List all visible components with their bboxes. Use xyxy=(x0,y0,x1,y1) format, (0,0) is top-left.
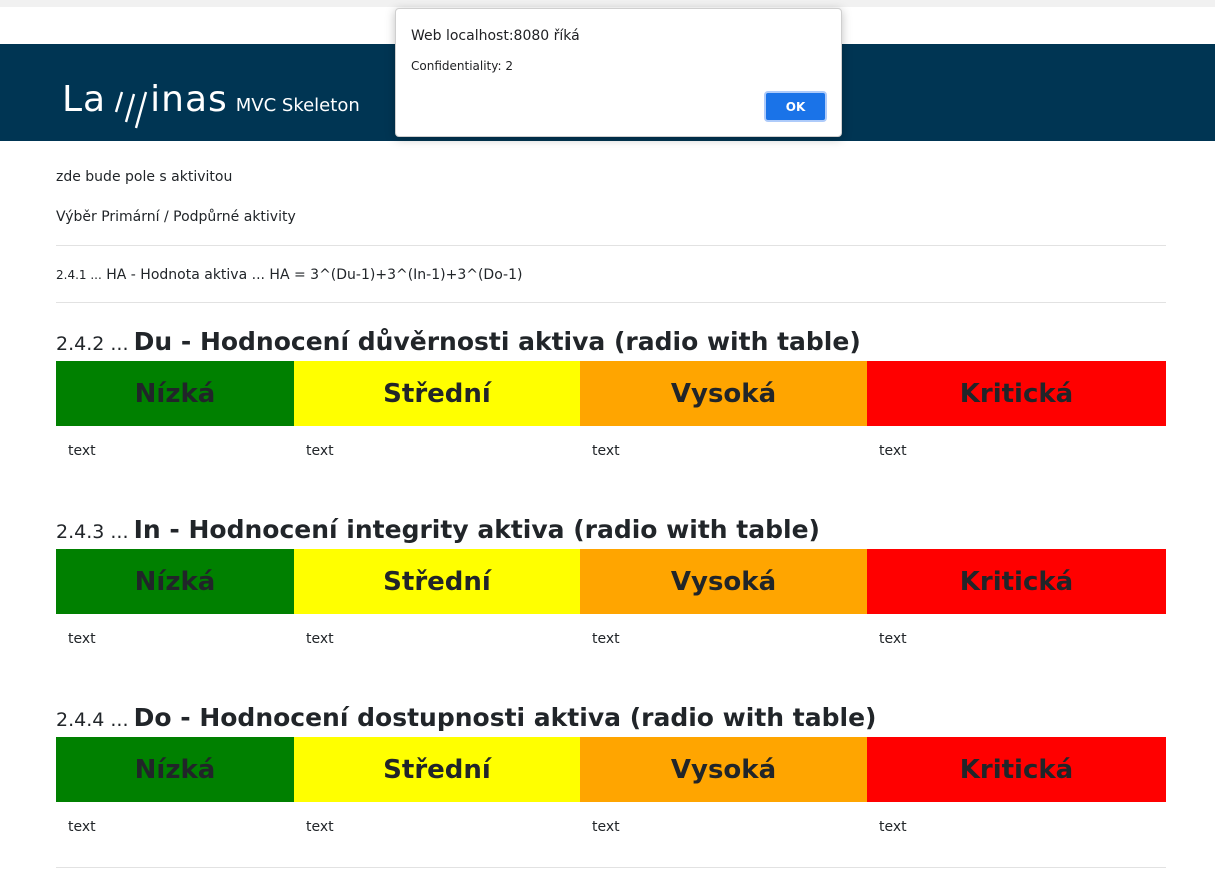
level-high[interactable]: Vysoká xyxy=(580,737,867,802)
level-descriptions: text text text text xyxy=(56,443,1166,463)
level-low[interactable]: Nízká xyxy=(56,361,294,426)
formula-text: HA - Hodnota aktiva ... HA = 3^(Du-1)+3^… xyxy=(106,267,523,283)
section-heading: In - Hodnocení integrity aktiva (radio w… xyxy=(133,515,820,544)
level-description: text xyxy=(306,631,334,647)
section-heading: Do - Hodnocení dostupnosti aktiva (radio… xyxy=(133,703,877,732)
level-description: text xyxy=(68,443,96,459)
level-critical[interactable]: Kritická xyxy=(867,361,1166,426)
section-number: 2.4.4 ... xyxy=(56,709,129,731)
section-title: 2.4.3 ... In - Hodnocení integrity aktiv… xyxy=(56,515,820,544)
section-number: 2.4.3 ... xyxy=(56,521,129,543)
activity-placeholder-text: zde bude pole s aktivitou xyxy=(56,169,233,185)
level-description: text xyxy=(592,631,620,647)
level-description: text xyxy=(306,819,334,835)
level-descriptions: text text text text xyxy=(56,819,1166,839)
divider xyxy=(56,302,1166,303)
level-description: text xyxy=(592,443,620,459)
divider xyxy=(56,245,1166,246)
level-low[interactable]: Nízká xyxy=(56,737,294,802)
level-description: text xyxy=(592,819,620,835)
ok-button[interactable]: OK xyxy=(764,91,827,122)
formula-line: 2.4.1 ... HA - Hodnota aktiva ... HA = 3… xyxy=(56,267,522,283)
dialog-message: Confidentiality: 2 xyxy=(411,59,513,73)
dialog-title: Web localhost:8080 říká xyxy=(411,28,580,44)
activity-selection-text: Výběr Primární / Podpůrné aktivity xyxy=(56,209,296,225)
level-table: Nízká Střední Vysoká Kritická xyxy=(56,737,1166,802)
section-number: 2.4.2 ... xyxy=(56,333,129,355)
browser-top-strip xyxy=(0,0,1215,7)
level-description: text xyxy=(879,631,907,647)
section-heading: Du - Hodnocení důvěrnosti aktiva (radio … xyxy=(133,327,861,356)
site-logo[interactable]: La inas MVC Skeleton xyxy=(62,66,360,129)
level-description: text xyxy=(879,819,907,835)
level-medium[interactable]: Střední xyxy=(294,361,580,426)
level-description: text xyxy=(68,631,96,647)
level-high[interactable]: Vysoká xyxy=(580,361,867,426)
formula-number: 2.4.1 ... xyxy=(56,268,102,282)
level-description: text xyxy=(306,443,334,459)
level-critical[interactable]: Kritická xyxy=(867,549,1166,614)
level-medium[interactable]: Střední xyxy=(294,737,580,802)
section-title: 2.4.4 ... Do - Hodnocení dostupnosti akt… xyxy=(56,703,876,732)
divider xyxy=(56,867,1166,868)
level-table: Nízká Střední Vysoká Kritická xyxy=(56,361,1166,426)
alert-dialog: Web localhost:8080 říká Confidentiality:… xyxy=(395,8,842,137)
level-medium[interactable]: Střední xyxy=(294,549,580,614)
level-table: Nízká Střední Vysoká Kritická xyxy=(56,549,1166,614)
level-critical[interactable]: Kritická xyxy=(867,737,1166,802)
level-high[interactable]: Vysoká xyxy=(580,549,867,614)
level-descriptions: text text text text xyxy=(56,631,1166,651)
logo-slashes-icon xyxy=(114,91,148,129)
level-low[interactable]: Nízká xyxy=(56,549,294,614)
logo-subtitle: MVC Skeleton xyxy=(235,95,360,116)
section-title: 2.4.2 ... Du - Hodnocení důvěrnosti akti… xyxy=(56,327,861,356)
logo-text-left: La xyxy=(62,79,107,120)
logo-text-right: inas xyxy=(150,79,228,120)
level-description: text xyxy=(879,443,907,459)
level-description: text xyxy=(68,819,96,835)
